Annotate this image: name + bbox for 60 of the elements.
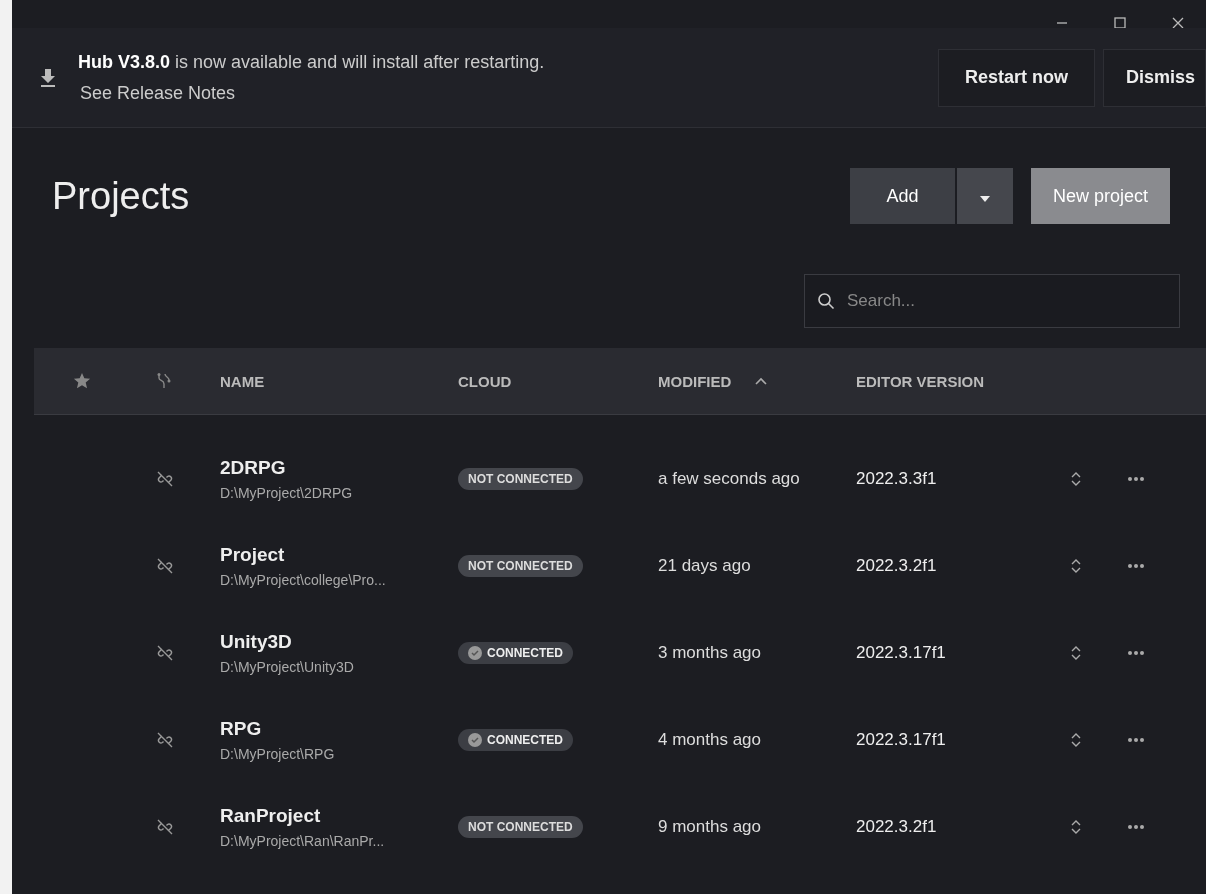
broken-link-icon [155, 643, 175, 662]
editor-version[interactable]: 2022.3.17f1 [856, 642, 1046, 663]
modified-time: 21 days ago [658, 555, 752, 576]
editor-version[interactable]: 2022.3.2f1 [856, 816, 1046, 837]
broken-link-icon [155, 469, 175, 488]
cloud-status-badge: NOT CONNECTED [458, 554, 583, 577]
modified-time: 3 months ago [658, 642, 762, 663]
editor-version[interactable]: 2022.3.2f1 [856, 555, 1046, 576]
banner-button[interactable]: Restart now [937, 48, 1095, 107]
column-header[interactable]: MODIFIED [658, 372, 732, 390]
release-notes-link[interactable]: See Release Notes [80, 82, 236, 104]
cloud-status-badge: CONNECTED [458, 728, 573, 751]
check-circle-icon [468, 732, 482, 747]
project-name[interactable]: Unity3D [220, 630, 292, 653]
up-down-chevron-icon[interactable] [1071, 818, 1081, 835]
project-path: D:\MyProject\RPG [220, 745, 335, 762]
up-down-chevron-icon[interactable] [1071, 731, 1081, 748]
project-name[interactable]: 2DRPG [220, 456, 286, 479]
modified-time: 9 months ago [658, 816, 762, 837]
update-message: Hub V3.8.0 is now available and will install after restarting. [78, 51, 546, 73]
project-path: D:\MyProject\college\Pro... [220, 571, 386, 588]
project-name[interactable]: Project [220, 543, 285, 566]
more-options-icon[interactable] [1127, 649, 1145, 656]
page-title: Projects [52, 174, 190, 218]
up-down-chevron-icon[interactable] [1071, 557, 1081, 574]
more-options-icon[interactable] [1127, 823, 1145, 830]
search-field[interactable]: Search... [804, 274, 1180, 328]
project-name[interactable]: RanProject [220, 804, 321, 827]
cloud-status-badge: NOT CONNECTED [458, 815, 583, 838]
broken-link-icon [155, 817, 175, 836]
project-path: D:\MyProject\2DRPG [220, 484, 353, 501]
more-options-icon[interactable] [1127, 562, 1145, 569]
up-down-chevron-icon[interactable] [1071, 470, 1081, 487]
maximize-icon[interactable] [1114, 17, 1126, 29]
project-path: D:\MyProject\Unity3D [220, 658, 354, 675]
check-circle-icon [468, 645, 482, 660]
more-options-icon[interactable] [1127, 736, 1145, 743]
column-header[interactable]: CLOUD [458, 372, 658, 390]
modified-time: a few seconds ago [658, 468, 801, 489]
column-header[interactable]: NAME [200, 372, 458, 390]
column-header[interactable]: EDITOR VERSION [856, 372, 1046, 390]
cloud-status-badge: NOT CONNECTED [458, 467, 583, 490]
editor-version[interactable]: 2022.3.3f1 [856, 468, 1046, 489]
download-icon [40, 67, 56, 88]
editor-version[interactable]: 2022.3.17f1 [856, 729, 1046, 750]
cloud-status-badge: CONNECTED [458, 641, 573, 664]
search-icon [817, 292, 835, 310]
more-options-icon[interactable] [1127, 475, 1145, 482]
broken-link-icon [155, 730, 175, 749]
add-button[interactable]: Add [849, 168, 955, 224]
modified-time: 4 months ago [658, 729, 762, 750]
banner-button[interactable]: Dismiss [1102, 48, 1206, 107]
close-icon[interactable] [1172, 17, 1184, 29]
star-icon[interactable] [73, 372, 91, 390]
up-down-chevron-icon[interactable] [1071, 644, 1081, 661]
sort-ascending-icon[interactable] [755, 377, 768, 385]
project-name[interactable]: RPG [220, 717, 262, 740]
caret-icon [979, 195, 990, 202]
broken-link-icon [155, 556, 175, 575]
project-path: D:\MyProject\Ran\RanPr... [220, 832, 385, 849]
